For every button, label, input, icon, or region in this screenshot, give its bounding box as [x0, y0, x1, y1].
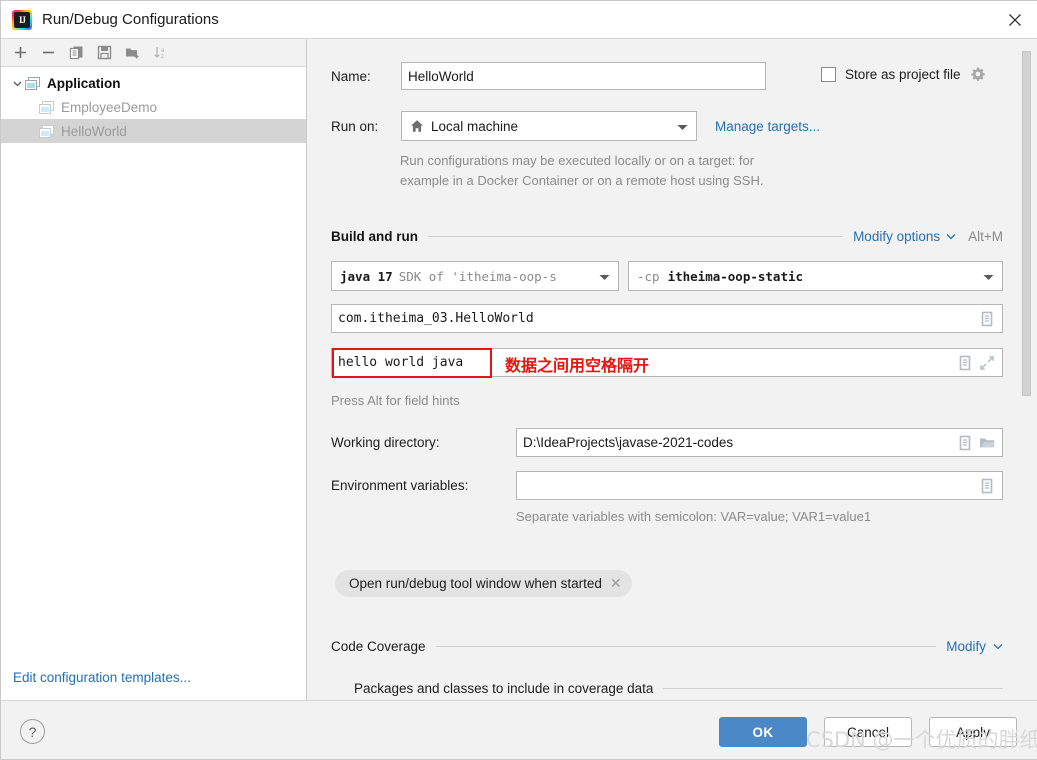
classpath-module-value: itheima-oop-static [668, 269, 803, 284]
environment-variables-row: Environment variables: [331, 471, 1003, 500]
application-icon [39, 101, 54, 114]
annotation-text: 数据之间用空格隔开 [505, 352, 649, 376]
save-configuration-button[interactable] [91, 41, 117, 65]
vertical-scrollbar[interactable] [1022, 51, 1031, 506]
section-divider [428, 236, 843, 237]
chip-label: Open run/debug tool window when started [349, 576, 602, 591]
code-coverage-section-header: Code Coverage Modify [331, 639, 1003, 654]
run-on-row: Run on: Local machine Manage targets... [331, 111, 820, 141]
sidebar-item-helloworld[interactable]: HelloWorld [1, 119, 306, 143]
expand-list-icon[interactable] [956, 354, 974, 372]
chevron-down-icon[interactable] [993, 643, 1003, 650]
copy-configuration-button[interactable] [63, 41, 89, 65]
edit-configuration-templates-link[interactable]: Edit configuration templates... [13, 670, 191, 685]
expand-list-icon[interactable] [978, 310, 996, 328]
classpath-prefix: -cp [637, 269, 660, 284]
window-title: Run/Debug Configurations [42, 11, 219, 28]
environment-variables-hint: Separate variables with semicolon: VAR=v… [516, 507, 871, 527]
modify-options-shortcut: Alt+M [968, 229, 1003, 244]
code-coverage-modify-link[interactable]: Modify [946, 639, 986, 654]
add-configuration-button[interactable] [7, 41, 33, 65]
main-class-value: com.itheima_03.HelloWorld [338, 311, 974, 326]
store-as-project-file-label: Store as project file [845, 67, 961, 82]
close-small-icon[interactable]: ✕ [610, 575, 622, 592]
sidebar-toolbar: a z [1, 39, 306, 67]
classpath-row: -cp itheima-oop-static [628, 261, 1003, 291]
name-input-value: HelloWorld [408, 69, 759, 84]
jre-select[interactable]: java 17 SDK of 'itheima-oop-s [331, 261, 619, 291]
home-icon [410, 119, 424, 133]
title-bar: IJ Run/Debug Configurations [1, 1, 1037, 39]
environment-variables-label: Environment variables: [331, 478, 516, 493]
modify-options-link[interactable]: Modify options [853, 229, 940, 244]
run-on-value: Local machine [431, 119, 518, 134]
run-debug-configurations-dialog: IJ Run/Debug Configurations [0, 0, 1037, 760]
environment-variables-input[interactable] [516, 471, 1003, 500]
store-as-project-file-checkbox[interactable] [821, 67, 836, 82]
new-folder-button[interactable] [119, 41, 145, 65]
coverage-packages-header: Packages and classes to include in cover… [354, 681, 1003, 696]
remove-configuration-button[interactable] [35, 41, 61, 65]
working-directory-input[interactable]: D:\IdeaProjects\javase-2021-codes [516, 428, 1003, 457]
intellij-idea-logo-icon: IJ [12, 10, 32, 30]
dialog-footer: ? OK Cancel Apply [1, 700, 1037, 759]
section-divider [663, 688, 1003, 689]
svg-text:z: z [161, 54, 164, 60]
expand-list-icon[interactable] [978, 477, 996, 495]
configuration-editor-panel: Name: HelloWorld Store as project file R… [308, 39, 1037, 701]
expand-editor-icon[interactable] [978, 354, 996, 372]
chevron-down-icon[interactable] [593, 269, 614, 284]
help-question-icon[interactable]: ? [20, 719, 45, 744]
run-options-chips: Open run/debug tool window when started … [335, 570, 632, 597]
build-and-run-section-header: Build and run Modify options Alt+M [331, 229, 1003, 244]
program-arguments-input[interactable]: hello world java 数据之间用空格隔开 [331, 348, 1003, 377]
section-divider [436, 646, 937, 647]
run-on-hint-line-1: Run configurations may be executed local… [400, 151, 960, 171]
tree-group-label: Application [47, 76, 121, 91]
coverage-packages-label: Packages and classes to include in cover… [354, 681, 653, 696]
jre-sdk-description: SDK of 'itheima-oop-s [399, 269, 557, 284]
working-directory-row: Working directory: D:\IdeaProjects\javas… [331, 428, 1003, 457]
sidebar-item-employeedemo[interactable]: EmployeeDemo [1, 95, 306, 119]
chip-open-tool-window[interactable]: Open run/debug tool window when started … [335, 570, 632, 597]
name-label: Name: [331, 69, 401, 84]
chevron-down-icon[interactable] [9, 78, 25, 89]
chevron-down-icon[interactable] [946, 233, 956, 240]
jre-row: java 17 SDK of 'itheima-oop-s [331, 261, 619, 291]
chevron-down-icon[interactable] [671, 119, 692, 134]
sort-alphabetical-icon[interactable]: a z [147, 41, 173, 65]
close-icon[interactable] [992, 1, 1037, 38]
tree-group-application[interactable]: Application [1, 71, 306, 95]
classpath-module-select[interactable]: -cp itheima-oop-static [628, 261, 1003, 291]
gear-icon[interactable] [970, 66, 986, 82]
expand-list-icon[interactable] [956, 434, 974, 452]
tree-item-label: HelloWorld [61, 124, 127, 139]
configurations-tree: Application EmployeeDemo HelloWorld [1, 67, 306, 143]
run-on-select[interactable]: Local machine [401, 111, 697, 141]
apply-button[interactable]: Apply [929, 717, 1017, 747]
jre-version: java 17 [340, 269, 393, 284]
run-on-label: Run on: [331, 119, 401, 134]
ok-button[interactable]: OK [719, 717, 807, 747]
scrollbar-thumb[interactable] [1022, 51, 1031, 396]
application-icon [39, 125, 54, 138]
working-directory-label: Working directory: [331, 435, 516, 450]
cancel-button[interactable]: Cancel [824, 717, 912, 747]
store-as-project-file-row: Store as project file [821, 66, 986, 82]
manage-targets-link[interactable]: Manage targets... [715, 119, 820, 134]
code-coverage-label: Code Coverage [331, 639, 426, 654]
field-hints-text: Press Alt for field hints [331, 391, 460, 411]
folder-open-icon[interactable] [978, 434, 996, 452]
tree-item-label: EmployeeDemo [61, 100, 157, 115]
working-directory-value: D:\IdeaProjects\javase-2021-codes [523, 435, 952, 450]
run-on-hint-line-2: example in a Docker Container or on a re… [400, 171, 960, 191]
chevron-down-icon[interactable] [977, 269, 998, 284]
build-and-run-label: Build and run [331, 229, 418, 244]
run-on-hint: Run configurations may be executed local… [400, 151, 960, 191]
name-row: Name: HelloWorld [331, 62, 766, 90]
configurations-sidebar: a z Application [1, 39, 307, 701]
application-icon [25, 77, 40, 90]
main-class-input[interactable]: com.itheima_03.HelloWorld [331, 304, 1003, 333]
name-input[interactable]: HelloWorld [401, 62, 766, 90]
